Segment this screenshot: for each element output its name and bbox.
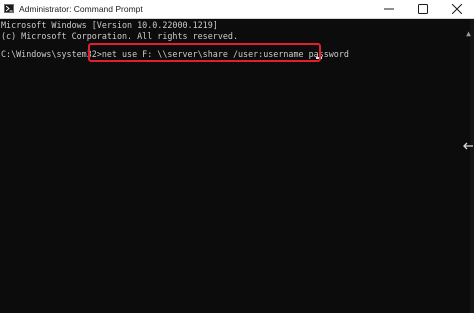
minimize-icon [384,8,394,10]
scroll-up-icon[interactable]: ▲ [466,30,471,38]
close-icon [452,4,462,14]
title-bar[interactable]: Administrator: Command Prompt [0,0,474,19]
window-title: Administrator: Command Prompt [19,4,143,14]
minimize-button[interactable] [372,0,406,18]
maximize-icon [418,4,428,14]
command-highlight-box [88,43,321,62]
resize-arrow-icon [463,142,473,150]
prompt: C:\Windows\system32> [1,49,102,59]
terminal-output[interactable]: Microsoft Windows [Version 10.0.22000.12… [0,19,474,313]
close-button[interactable] [440,0,474,18]
maximize-button[interactable] [406,0,440,18]
scrollbar[interactable] [470,19,474,313]
command-prompt-icon [4,4,14,13]
terminal-line: (c) Microsoft Corporation. All rights re… [1,31,238,41]
